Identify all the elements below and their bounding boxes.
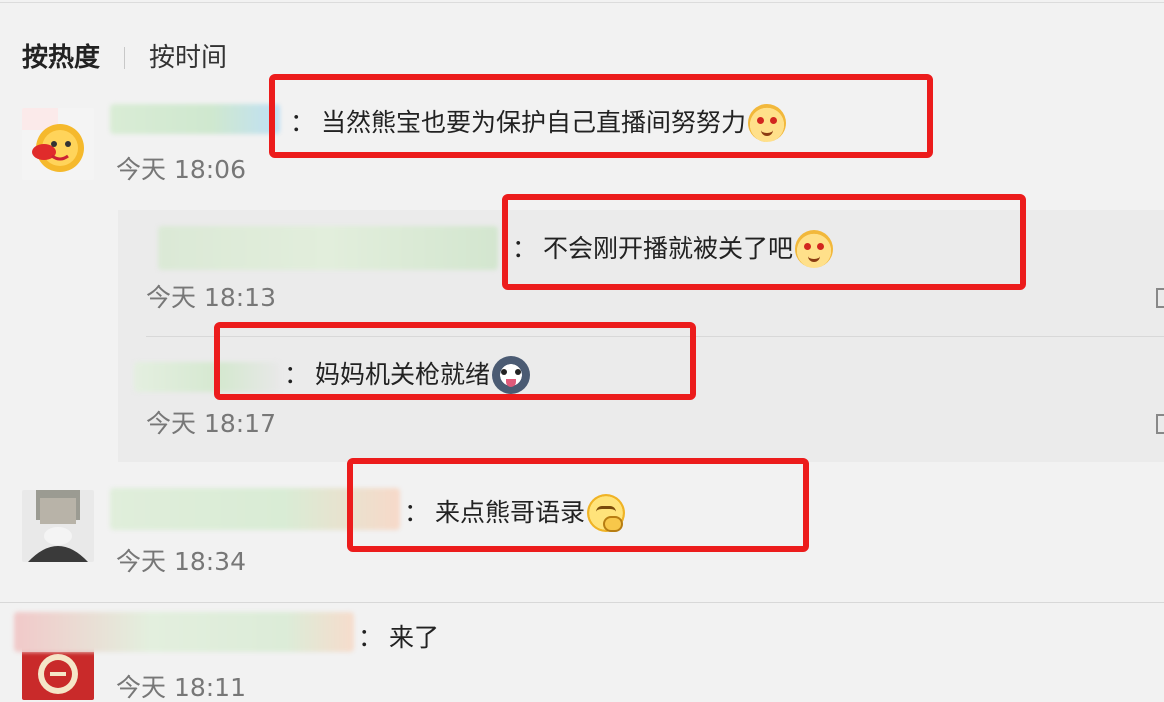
sort-separator	[124, 47, 126, 69]
reply-time: 今天 18:17	[146, 409, 276, 438]
avatar[interactable]	[22, 108, 94, 180]
avatar[interactable]	[22, 490, 94, 562]
comment-time: 今天 18:11	[116, 673, 246, 702]
thinking-face-icon	[587, 494, 626, 532]
reply-text: 妈妈机关枪就绪	[315, 360, 491, 389]
reply-message: ： 不会刚开播就被关了吧	[512, 230, 834, 268]
reply-icon[interactable]	[1156, 288, 1164, 308]
colon: ：	[512, 234, 538, 263]
comment-time: 今天 18:06	[116, 155, 246, 184]
comment-divider	[0, 602, 1164, 603]
reply-time: 今天 18:13	[146, 283, 276, 312]
top-divider	[0, 2, 1164, 3]
cat-face-icon	[748, 104, 787, 142]
colon: ：	[290, 108, 316, 137]
reply-divider	[146, 336, 1164, 337]
colon: ：	[284, 360, 310, 389]
comment-message: ： 来了	[358, 620, 439, 656]
username-blurred[interactable]	[110, 104, 280, 134]
sort-tabs: 按热度 按时间	[22, 40, 227, 76]
comment-message: ： 当然熊宝也要为保护自己直播间努努力	[290, 104, 787, 142]
reply-message: ： 妈妈机关枪就绪	[284, 356, 531, 394]
sort-by-time-tab[interactable]: 按时间	[149, 40, 227, 76]
comment-text: 当然熊宝也要为保护自己直播间努努力	[321, 108, 747, 137]
username-blurred[interactable]	[134, 362, 280, 392]
cat-face-icon	[795, 230, 834, 268]
comment-text: 来了	[389, 623, 440, 652]
username-blurred[interactable]	[158, 226, 498, 270]
colon: ：	[404, 498, 430, 527]
comment-text: 来点熊哥语录	[435, 498, 586, 527]
reply-text: 不会刚开播就被关了吧	[543, 234, 794, 263]
username-blurred[interactable]	[110, 488, 400, 530]
username-blurred[interactable]	[14, 612, 354, 652]
comment-message: ： 来点熊哥语录	[404, 494, 626, 532]
comment-time: 今天 18:34	[116, 547, 246, 576]
colon: ：	[358, 623, 384, 652]
sort-by-hot-tab[interactable]: 按热度	[22, 40, 100, 76]
husky-icon	[492, 356, 531, 394]
reply-icon[interactable]	[1156, 414, 1164, 434]
